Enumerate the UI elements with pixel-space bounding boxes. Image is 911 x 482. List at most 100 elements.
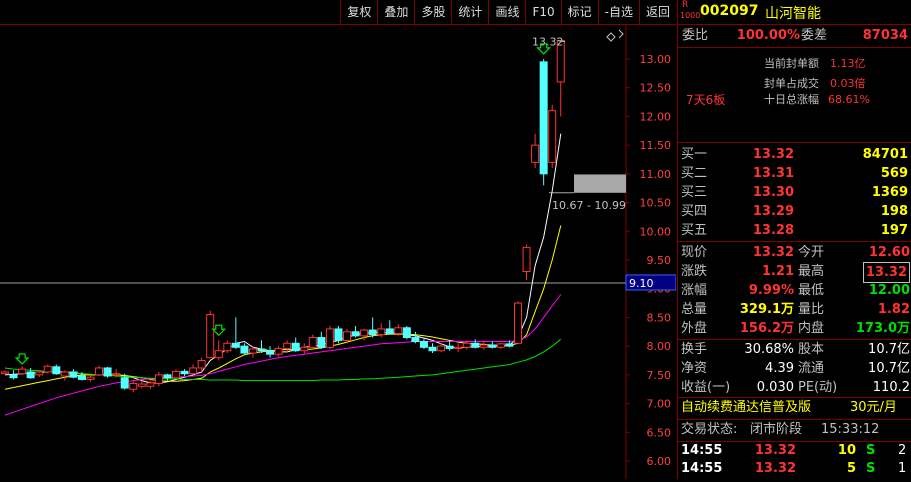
stat-value: 13.32 (752, 245, 794, 260)
candle-up (1, 371, 9, 375)
promo-row[interactable]: 自动续费通达信普及版 30元/月 (678, 398, 911, 418)
stat-label: 涨幅 (681, 283, 708, 298)
toolbar-button[interactable]: 叠加 (377, 0, 414, 24)
toolbar-button[interactable]: 画线 (488, 0, 525, 24)
candle-down (539, 61, 548, 175)
stat-value: 12.00 (868, 283, 910, 298)
tick-time: 14:55 (681, 443, 723, 458)
candle-up (531, 144, 540, 163)
toolbar-button[interactable]: 统计 (451, 0, 488, 24)
y-tick-label: 6.50 (647, 426, 672, 439)
trade-status-label: 交易状态: (681, 422, 738, 437)
candle-up (43, 365, 52, 373)
candle-down (419, 341, 428, 348)
tick-side: S (866, 461, 876, 476)
candle-up (172, 370, 180, 379)
y-tick-label: 6.00 (647, 455, 672, 468)
divider (678, 142, 911, 143)
candle-up (223, 342, 232, 352)
divider (678, 24, 911, 25)
candle-down (103, 367, 112, 377)
tick-price: 13.32 (754, 443, 796, 458)
ticker-code[interactable]: 002097 (700, 3, 758, 19)
y-tick-label: 10.50 (640, 197, 672, 210)
bid-level-row[interactable]: 买四 13.29 198 (678, 202, 911, 221)
candle-down (120, 377, 129, 389)
buy-signal-arrow-icon (14, 353, 30, 365)
candle-up (454, 346, 463, 349)
candle-up (214, 350, 223, 359)
bid-level-row[interactable]: 买一 13.32 84701 (678, 145, 911, 164)
stat-value: 156.2万 (739, 321, 794, 336)
stat-label: 今开 (798, 245, 825, 260)
candle-up (60, 371, 69, 377)
stat-label: 内盘 (798, 321, 825, 336)
candle-up (548, 110, 557, 163)
candle-down (291, 342, 300, 352)
tick-time: 14:55 (681, 461, 723, 476)
fundamental-row: 净资 4.39 流通 10.7亿 (678, 359, 911, 378)
candle-down (411, 337, 420, 343)
candle-up (343, 331, 351, 341)
candle-up (197, 360, 206, 369)
y-tick-label: 11.50 (640, 139, 672, 152)
stat-row: 外盘 156.2万 内盘 173.0万 (678, 319, 911, 338)
candle-up (462, 342, 471, 348)
candle-down (385, 328, 394, 335)
promo-text[interactable]: 自动续费通达信普及版 (681, 398, 811, 418)
stat-row: 现价 13.32 今开 12.60 (678, 243, 911, 262)
ten-day-row: 7天6板 十日总涨幅 68.61% (678, 90, 911, 110)
candle-down (488, 344, 497, 348)
candle-down (9, 374, 18, 379)
kline-chart-svg: 13.00 12.50 12.00 11.50 11.00 10.50 10.00 9.50 9… (0, 25, 677, 479)
toolbar-button[interactable]: 复权 (340, 0, 377, 24)
fundamental-label: 股本 (798, 342, 825, 357)
candle-up (35, 371, 44, 376)
toolbar: 复权 叠加 多股 统计 画线 F10 标记 -自选 返回 (0, 0, 676, 25)
tick-count: 1 (898, 461, 907, 476)
bid-level-volume: 197 (880, 223, 908, 238)
tick-price: 13.32 (754, 461, 796, 476)
trade-tick-row: 14:55 13.32 5 S 1 (678, 460, 911, 478)
kline-chart[interactable]: 13.00 12.50 12.00 11.50 11.00 10.50 10.00 9.50 9… (0, 25, 677, 479)
bid-level-price: 13.28 (752, 223, 794, 238)
tick-volume: 10 (837, 443, 856, 458)
candle-up (154, 374, 163, 384)
bid-level-row[interactable]: 买五 13.28 197 (678, 221, 911, 240)
toolbar-button[interactable]: 返回 (638, 0, 676, 24)
candle-up (308, 337, 317, 348)
bid-level-row[interactable]: 买二 13.31 569 (678, 164, 911, 183)
streak-label: 7天6板 (686, 93, 726, 107)
ticker-name[interactable]: 山河智能 (765, 3, 821, 23)
y-tick-label: 12.50 (640, 82, 672, 95)
stat-value: 13.32 (862, 262, 910, 283)
weibi-label: 委比 (682, 28, 709, 43)
divider (678, 241, 911, 242)
bid-level-label: 买一 (681, 147, 708, 162)
toolbar-button[interactable]: F10 (525, 0, 560, 24)
candle-down (351, 331, 360, 337)
stat-value: 1.21 (761, 264, 794, 279)
toolbar-button[interactable]: -自选 (597, 0, 639, 24)
y-tick-label: 7.50 (647, 369, 672, 382)
candle-down (402, 327, 411, 339)
candle-up (437, 345, 446, 352)
toolbar-button[interactable]: 多股 (414, 0, 451, 24)
bid-level-label: 买五 (681, 223, 708, 238)
toolbar-button[interactable]: 标记 (560, 0, 598, 24)
weicha-label: 委差 (801, 28, 828, 43)
candle-up (274, 347, 283, 355)
stat-value: 329.1万 (739, 302, 794, 317)
trade-tick-row: 14:55 13.32 10 S 2 (678, 442, 911, 460)
candle-down (231, 342, 240, 348)
candle-up (112, 373, 121, 376)
bid-level-row[interactable]: 买三 13.30 1369 (678, 183, 911, 202)
bid-level-label: 买四 (681, 204, 708, 219)
candle-down (69, 371, 78, 378)
promo-price[interactable]: 30元/月 (850, 398, 897, 418)
current-price-label: 9.10 (629, 277, 654, 290)
weibi-row: 委比 100.00% 委差 87034 (678, 26, 911, 46)
divider (678, 47, 911, 48)
high-price-label: 13.32 (532, 36, 564, 49)
bid-level-price: 13.30 (752, 185, 794, 200)
